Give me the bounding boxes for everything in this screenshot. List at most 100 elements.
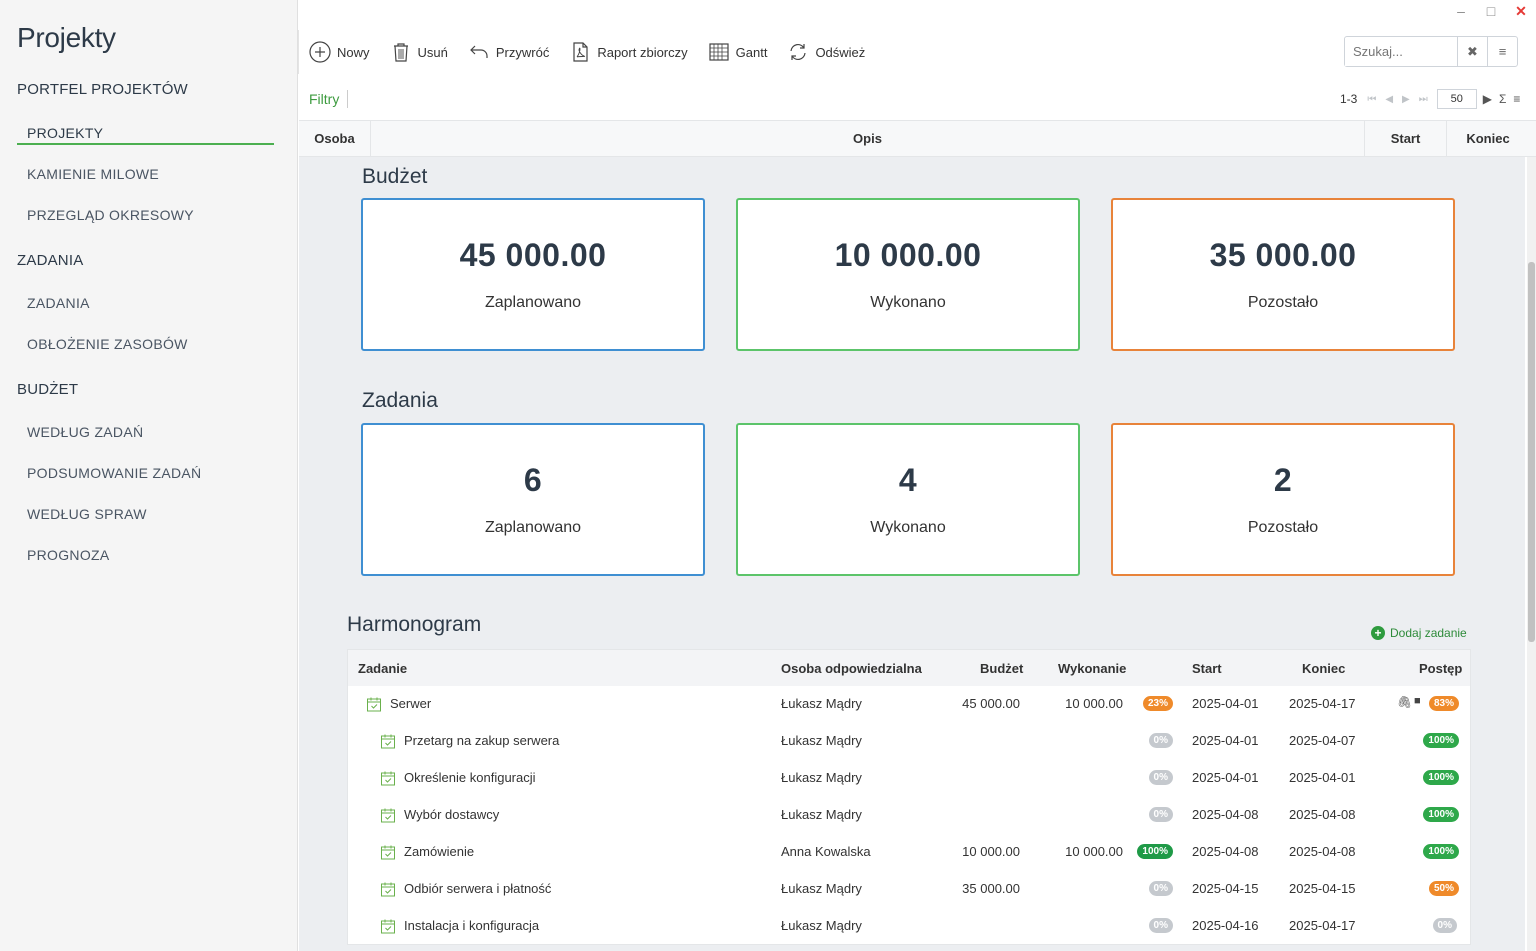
next-page-icon[interactable]: ▶ — [1402, 94, 1410, 105]
execution-badge: 0% — [1148, 918, 1173, 933]
filters-link[interactable]: Filtry — [309, 90, 349, 108]
sidebar-item-tasks[interactable]: ZADANIA — [27, 295, 90, 311]
column-person[interactable]: Osoba — [299, 121, 371, 156]
maximize-icon[interactable]: □ — [1476, 1, 1506, 21]
report-button[interactable]: Raport zbiorczy — [569, 41, 688, 63]
tasks-remaining-card: 2 Pozostało — [1111, 423, 1455, 576]
pager: 1-3 ⏮ ◀ ▶ ⏭ 50 ▶ Σ ≡ — [1336, 89, 1536, 109]
pdf-icon — [573, 42, 588, 62]
task-owner: Łukasz Mądry — [781, 770, 862, 785]
page-size-input[interactable]: 50 — [1436, 89, 1477, 109]
task-budget: 35 000.00 — [962, 881, 1020, 896]
last-page-icon[interactable]: ⏭ — [1419, 94, 1428, 105]
progress-badge: 100% — [1423, 807, 1459, 822]
sidebar-item-by-tasks[interactable]: WEDŁUG ZADAŃ — [27, 424, 143, 440]
col-owner[interactable]: Osoba odpowiedzialna — [781, 661, 922, 676]
sidebar: Projekty PORTFEL PROJEKTÓW PROJEKTY KAMI… — [0, 0, 298, 951]
task-owner: Łukasz Mądry — [781, 696, 862, 711]
table-row[interactable]: Instalacja i konfiguracja Łukasz Mądry 0% 2… — [348, 908, 1470, 945]
task-name[interactable]: Instalacja i konfiguracja — [404, 918, 539, 933]
add-task-label: Dodaj zadanie — [1390, 626, 1467, 640]
task-start: 2025-04-15 — [1192, 881, 1259, 896]
budget-done-card: 10 000.00 Wykonano — [736, 198, 1080, 351]
calendar-check-icon — [381, 845, 395, 860]
search-input[interactable] — [1345, 37, 1457, 66]
task-owner: Łukasz Mądry — [781, 807, 862, 822]
table-row[interactable]: Przetarg na zakup serwera Łukasz Mądry 0% 2… — [348, 723, 1470, 760]
col-start[interactable]: Start — [1192, 661, 1222, 676]
columns-menu-icon[interactable]: ≡ — [1513, 92, 1520, 106]
col-execution[interactable]: Wykonanie — [1058, 661, 1126, 676]
task-name[interactable]: Odbiór serwera i płatność — [404, 881, 551, 896]
clear-search-icon[interactable]: ✖ — [1457, 37, 1487, 66]
table-row[interactable]: Odbiór serwera i płatność Łukasz Mądry 35 … — [348, 871, 1470, 908]
minimize-icon[interactable]: – — [1446, 1, 1476, 21]
task-end: 2025-04-01 — [1289, 770, 1356, 785]
progress-badge: 100% — [1423, 844, 1459, 859]
tasks-title: Zadania — [362, 389, 438, 412]
budget-done-label: Wykonano — [870, 294, 946, 311]
vertical-scrollbar[interactable] — [1527, 157, 1536, 951]
menu-icon[interactable]: ≡ — [1487, 37, 1517, 66]
execution-badge: 0% — [1148, 807, 1173, 822]
sum-icon[interactable]: Σ — [1499, 92, 1506, 106]
task-start: 2025-04-08 — [1192, 844, 1259, 859]
col-end[interactable]: Koniec — [1302, 661, 1345, 676]
refresh-button[interactable]: Odśwież — [787, 41, 865, 63]
restore-label: Przywróć — [495, 44, 550, 60]
execution-badge: 100% — [1137, 844, 1173, 859]
sidebar-item-projects[interactable]: PROJEKTY — [27, 125, 103, 141]
first-page-icon[interactable]: ⏮ — [1367, 94, 1376, 105]
comment-icon[interactable]: ■ — [1414, 695, 1421, 707]
column-start[interactable]: Start — [1365, 121, 1447, 156]
gantt-button[interactable]: Gantt — [708, 41, 767, 63]
budget-planned-label: Zaplanowano — [484, 294, 582, 311]
table-row[interactable]: Zamówienie Anna Kowalska 10 000.00 10 000.0… — [348, 834, 1470, 871]
prev-page-icon[interactable]: ◀ — [1385, 94, 1393, 105]
schedule-table: Zadanie Osoba odpowiedzialna Budżet Wyko… — [347, 649, 1471, 945]
sidebar-item-task-summary[interactable]: PODSUMOWANIE ZADAŃ — [27, 465, 201, 481]
search-box: ✖ ≡ — [1344, 36, 1518, 67]
sidebar-item-by-cases[interactable]: WEDŁUG SPRAW — [27, 506, 147, 522]
task-name[interactable]: Serwer — [390, 696, 431, 711]
page-size-arrow-icon[interactable]: ▶ — [1483, 92, 1492, 106]
col-budget[interactable]: Budżet — [980, 661, 1023, 676]
column-description[interactable]: Opis — [371, 121, 1365, 156]
sidebar-item-resource-load[interactable]: OBŁOŻENIE ZASOBÓW — [27, 336, 188, 352]
window-controls: – □ ✕ — [1446, 0, 1536, 22]
tasks-done-card: 4 Wykonano — [736, 423, 1080, 576]
task-end: 2025-04-08 — [1289, 844, 1356, 859]
task-name[interactable]: Określenie konfiguracji — [404, 770, 536, 785]
table-row[interactable]: Serwer Łukasz Mądry 45 000.00 10 000.00 23% 2… — [348, 686, 1470, 723]
restore-button[interactable]: Przywróć — [468, 41, 549, 63]
table-row[interactable]: Określenie konfiguracji Łukasz Mądry 0% 202… — [348, 760, 1470, 797]
attachment-icon[interactable]: 🖇 — [1397, 695, 1412, 709]
task-name[interactable]: Przetarg na zakup serwera — [404, 733, 559, 748]
table-row[interactable]: Wybór dostawcy Łukasz Mądry 0% 2025-04-08 20… — [348, 797, 1470, 834]
nav-group-portfolio: PORTFEL PROJEKTÓW — [17, 81, 188, 98]
sidebar-item-periodic-review[interactable]: PRZEGLĄD OKRESOWY — [27, 207, 194, 223]
task-name[interactable]: Wybór dostawcy — [404, 807, 499, 822]
col-progress[interactable]: Postęp — [1419, 661, 1462, 676]
delete-button[interactable]: Usuń — [390, 41, 448, 63]
grid-header: Osoba Opis Start Koniec — [299, 120, 1536, 157]
tasks-done-label: Wykonano — [870, 519, 946, 536]
sidebar-item-forecast[interactable]: PROGNOZA — [27, 547, 110, 563]
progress-badge: 83% — [1428, 696, 1459, 711]
col-task[interactable]: Zadanie — [358, 661, 407, 676]
schedule-body: Serwer Łukasz Mądry 45 000.00 10 000.00 23% 2… — [348, 686, 1470, 945]
active-indicator — [17, 143, 274, 145]
progress-badge: 100% — [1423, 733, 1459, 748]
budget-remaining-value: 35 000.00 — [1209, 237, 1357, 273]
scrollbar-thumb[interactable] — [1528, 262, 1535, 642]
add-task-button[interactable]: + Dodaj zadanie — [1371, 626, 1467, 640]
close-icon[interactable]: ✕ — [1506, 1, 1536, 21]
tasks-remaining-value: 2 — [1273, 462, 1293, 498]
task-name[interactable]: Zamówienie — [404, 844, 474, 859]
new-button[interactable]: Nowy — [309, 41, 370, 63]
sidebar-item-milestones[interactable]: KAMIENIE MILOWE — [27, 166, 159, 182]
tasks-planned-label: Zaplanowano — [484, 519, 582, 536]
column-end[interactable]: Koniec — [1447, 121, 1529, 156]
task-budget: 45 000.00 — [962, 696, 1020, 711]
task-start: 2025-04-01 — [1192, 770, 1259, 785]
